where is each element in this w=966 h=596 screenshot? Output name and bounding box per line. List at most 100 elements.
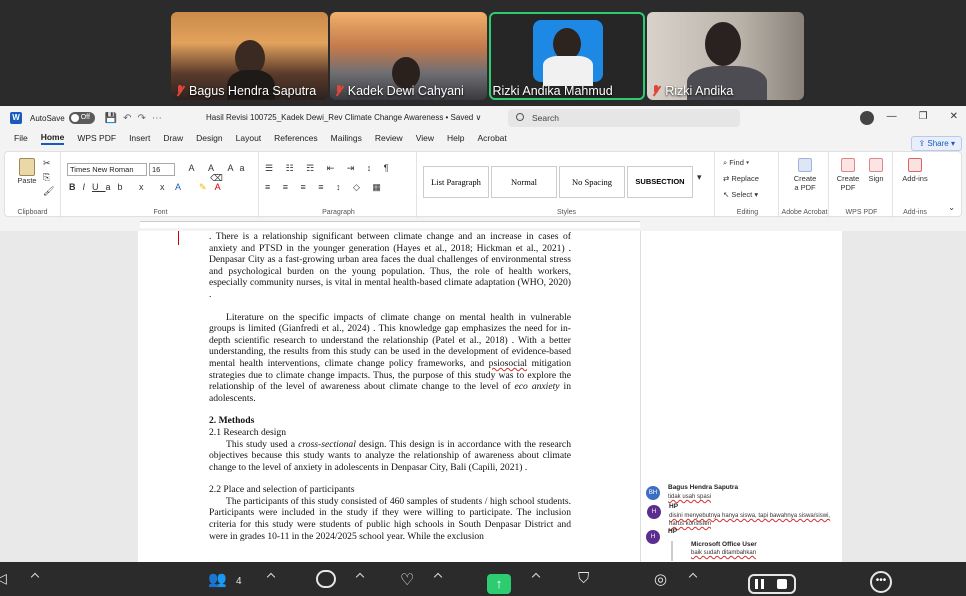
document-title[interactable]: Hasil Revisi 100725_Kadek Dewi_Rev Clima… bbox=[206, 113, 481, 122]
wps-create-pdf-button[interactable]: Create PDF bbox=[835, 158, 861, 192]
paragraph[interactable]: The participants of this study consisted… bbox=[209, 496, 571, 542]
heading-place-selection[interactable]: 2.2 Place and selection of participants bbox=[209, 484, 571, 496]
tab-design[interactable]: Design bbox=[196, 133, 222, 143]
tab-mailings[interactable]: Mailings bbox=[331, 133, 362, 143]
tab-draw[interactable]: Draw bbox=[163, 133, 183, 143]
tab-layout[interactable]: Layout bbox=[236, 133, 262, 143]
comment-text: disini menyebutnya hanya siswa, tapi baw… bbox=[669, 513, 831, 519]
select-button[interactable]: ↖ Select ▾ bbox=[723, 190, 758, 199]
tab-review[interactable]: Review bbox=[375, 133, 403, 143]
find-button[interactable]: ⌕ Find ▾ bbox=[723, 158, 749, 168]
document-body[interactable]: . There is a relationship significant be… bbox=[209, 231, 571, 542]
tab-home[interactable]: Home bbox=[40, 132, 65, 145]
pause-record-control[interactable] bbox=[748, 574, 796, 594]
align-icons[interactable]: ≡ ≡ ≡ ≡ ↕ ◇ ▦ bbox=[265, 182, 386, 193]
misspelled-word[interactable]: psiosocial bbox=[489, 358, 527, 369]
font-size-icons[interactable]: A A Aa ⌫ bbox=[181, 163, 258, 184]
chat-icon[interactable] bbox=[316, 570, 336, 588]
mic-muted-icon bbox=[651, 85, 661, 97]
chevron-up-icon[interactable] bbox=[531, 572, 541, 582]
chevron-up-icon[interactable] bbox=[355, 572, 365, 582]
close-icon[interactable]: ✕ bbox=[950, 111, 958, 122]
chevron-up-icon[interactable] bbox=[688, 572, 698, 582]
security-shield-icon[interactable]: ⛉ bbox=[578, 570, 589, 587]
tab-file[interactable]: File bbox=[14, 133, 28, 143]
chevron-up-icon[interactable] bbox=[266, 572, 276, 582]
word-window: W AutoSave Off 💾↶↷⋯ Hasil Revisi 100725_… bbox=[0, 106, 966, 562]
style-list-paragraph[interactable]: List Paragraph bbox=[423, 166, 489, 198]
tab-insert[interactable]: Insert bbox=[129, 133, 150, 143]
collapse-ribbon-icon[interactable]: ⌄ bbox=[948, 203, 955, 212]
font-size-select[interactable]: 16 bbox=[149, 163, 175, 176]
document-page[interactable]: . There is a relationship significant be… bbox=[138, 231, 642, 562]
paragraph[interactable]: Literature on the specific impacts of cl… bbox=[209, 312, 571, 405]
participant-tile[interactable]: Rizki Andika bbox=[647, 12, 804, 100]
comments-pane: H HP disini menyebutnya hanya siswa, tap… bbox=[640, 231, 842, 562]
ribbon-tabs: File Home WPS PDF Insert Draw Design Lay… bbox=[0, 130, 966, 146]
copy-icon[interactable]: ⎘ bbox=[43, 172, 50, 183]
format-painter-icon[interactable]: 🖌 bbox=[43, 186, 54, 197]
tab-wps-pdf[interactable]: WPS PDF bbox=[77, 133, 116, 143]
autosave-label: AutoSave bbox=[30, 113, 65, 123]
search-icon bbox=[516, 113, 524, 121]
comment-reply[interactable]: Microsoft Office User baik sudah ditamba… bbox=[671, 541, 821, 561]
styles-more-icon[interactable]: ▾ bbox=[697, 172, 702, 183]
heading-methods[interactable]: 2. Methods bbox=[209, 415, 571, 427]
replace-button[interactable]: ⇄ Replace bbox=[723, 174, 759, 183]
tab-references[interactable]: References bbox=[274, 133, 317, 143]
add-ins-button[interactable]: Add-ins bbox=[899, 158, 931, 183]
paragraph[interactable]: . There is a relationship significant be… bbox=[209, 231, 571, 301]
heading-research-design[interactable]: 2.1 Research design bbox=[209, 427, 571, 439]
font-format-icons[interactable]: BIUab x x bbox=[69, 182, 172, 192]
camera-icon[interactable]: ◁ bbox=[0, 570, 7, 587]
autosave-control[interactable]: AutoSave Off bbox=[30, 112, 95, 124]
clipboard-icon bbox=[19, 158, 35, 176]
comment-author: Microsoft Office User bbox=[691, 541, 757, 548]
cut-icon[interactable]: ✂ bbox=[43, 158, 51, 169]
word-logo-icon: W bbox=[10, 112, 22, 124]
chevron-up-icon[interactable] bbox=[433, 572, 443, 582]
style-subsection[interactable]: SUBSECTION bbox=[627, 166, 693, 198]
participant-tile-active[interactable]: Rizki Andika Mahmud bbox=[488, 12, 646, 100]
create-pdf-button[interactable]: Create a PDF bbox=[787, 158, 823, 192]
tab-acrobat[interactable]: Acrobat bbox=[477, 133, 506, 143]
group-label: Paragraph bbox=[322, 209, 355, 216]
group-editing: ⌕ Find ▾ ⇄ Replace ↖ Select ▾ Editing bbox=[717, 152, 779, 218]
style-no-spacing[interactable]: No Spacing bbox=[559, 166, 625, 198]
font-color-icons[interactable]: A ✎A bbox=[175, 182, 229, 193]
participant-tile[interactable]: Bagus Hendra Saputra bbox=[171, 12, 328, 100]
group-label: Add-ins bbox=[903, 209, 927, 216]
tab-view[interactable]: View bbox=[416, 133, 434, 143]
react-heart-icon[interactable]: ♡ bbox=[400, 570, 414, 590]
autosave-toggle[interactable]: Off bbox=[68, 112, 95, 124]
title-bar: W AutoSave Off 💾↶↷⋯ Hasil Revisi 100725_… bbox=[0, 106, 966, 130]
font-name-select[interactable]: Times New Roman bbox=[67, 163, 147, 176]
document-area: . There is a relationship significant be… bbox=[0, 231, 966, 562]
style-normal[interactable]: Normal bbox=[491, 166, 557, 198]
group-label: WPS PDF bbox=[845, 209, 878, 216]
paste-button[interactable]: Paste bbox=[13, 158, 41, 185]
group-label: Clipboard bbox=[17, 209, 48, 216]
avatar: H bbox=[647, 505, 661, 519]
account-avatar[interactable] bbox=[860, 111, 874, 125]
minimize-icon[interactable]: — bbox=[887, 111, 897, 122]
tab-help[interactable]: Help bbox=[447, 133, 464, 143]
search-box[interactable]: Search bbox=[508, 109, 740, 127]
paragraph[interactable]: This study used a cross-sectional design… bbox=[209, 439, 571, 474]
more-options-icon[interactable]: ••• bbox=[870, 571, 892, 593]
group-paragraph: ☰ ☷ ☶ ⇤ ⇥ ↕ ¶ ≡ ≡ ≡ ≡ ↕ ◇ ▦ Paragraph bbox=[261, 152, 417, 218]
share-screen-icon[interactable]: ↑ bbox=[487, 574, 511, 594]
add-ins-icon bbox=[908, 158, 922, 172]
sign-button[interactable]: Sign bbox=[863, 158, 889, 183]
restore-icon[interactable]: ❐ bbox=[919, 111, 928, 122]
list-icons[interactable]: ☰ ☷ ☶ ⇤ ⇥ ↕ ¶ bbox=[265, 163, 394, 174]
participants-icon[interactable]: 👥 bbox=[208, 570, 227, 588]
mic-muted-icon bbox=[175, 85, 185, 97]
participant-name: Bagus Hendra Saputra bbox=[189, 84, 317, 98]
ribbon: Paste ✂ ⎘ 🖌 Clipboard Times New Roman 16… bbox=[4, 151, 962, 218]
share-button[interactable]: ⇪ Share ▾ bbox=[911, 136, 962, 151]
apps-icon[interactable]: ◎ bbox=[654, 570, 667, 588]
quick-access-icons[interactable]: 💾↶↷⋯ bbox=[105, 113, 168, 124]
chevron-up-icon[interactable] bbox=[30, 572, 40, 582]
participant-tile[interactable]: Kadek Dewi Cahyani bbox=[329, 12, 487, 100]
